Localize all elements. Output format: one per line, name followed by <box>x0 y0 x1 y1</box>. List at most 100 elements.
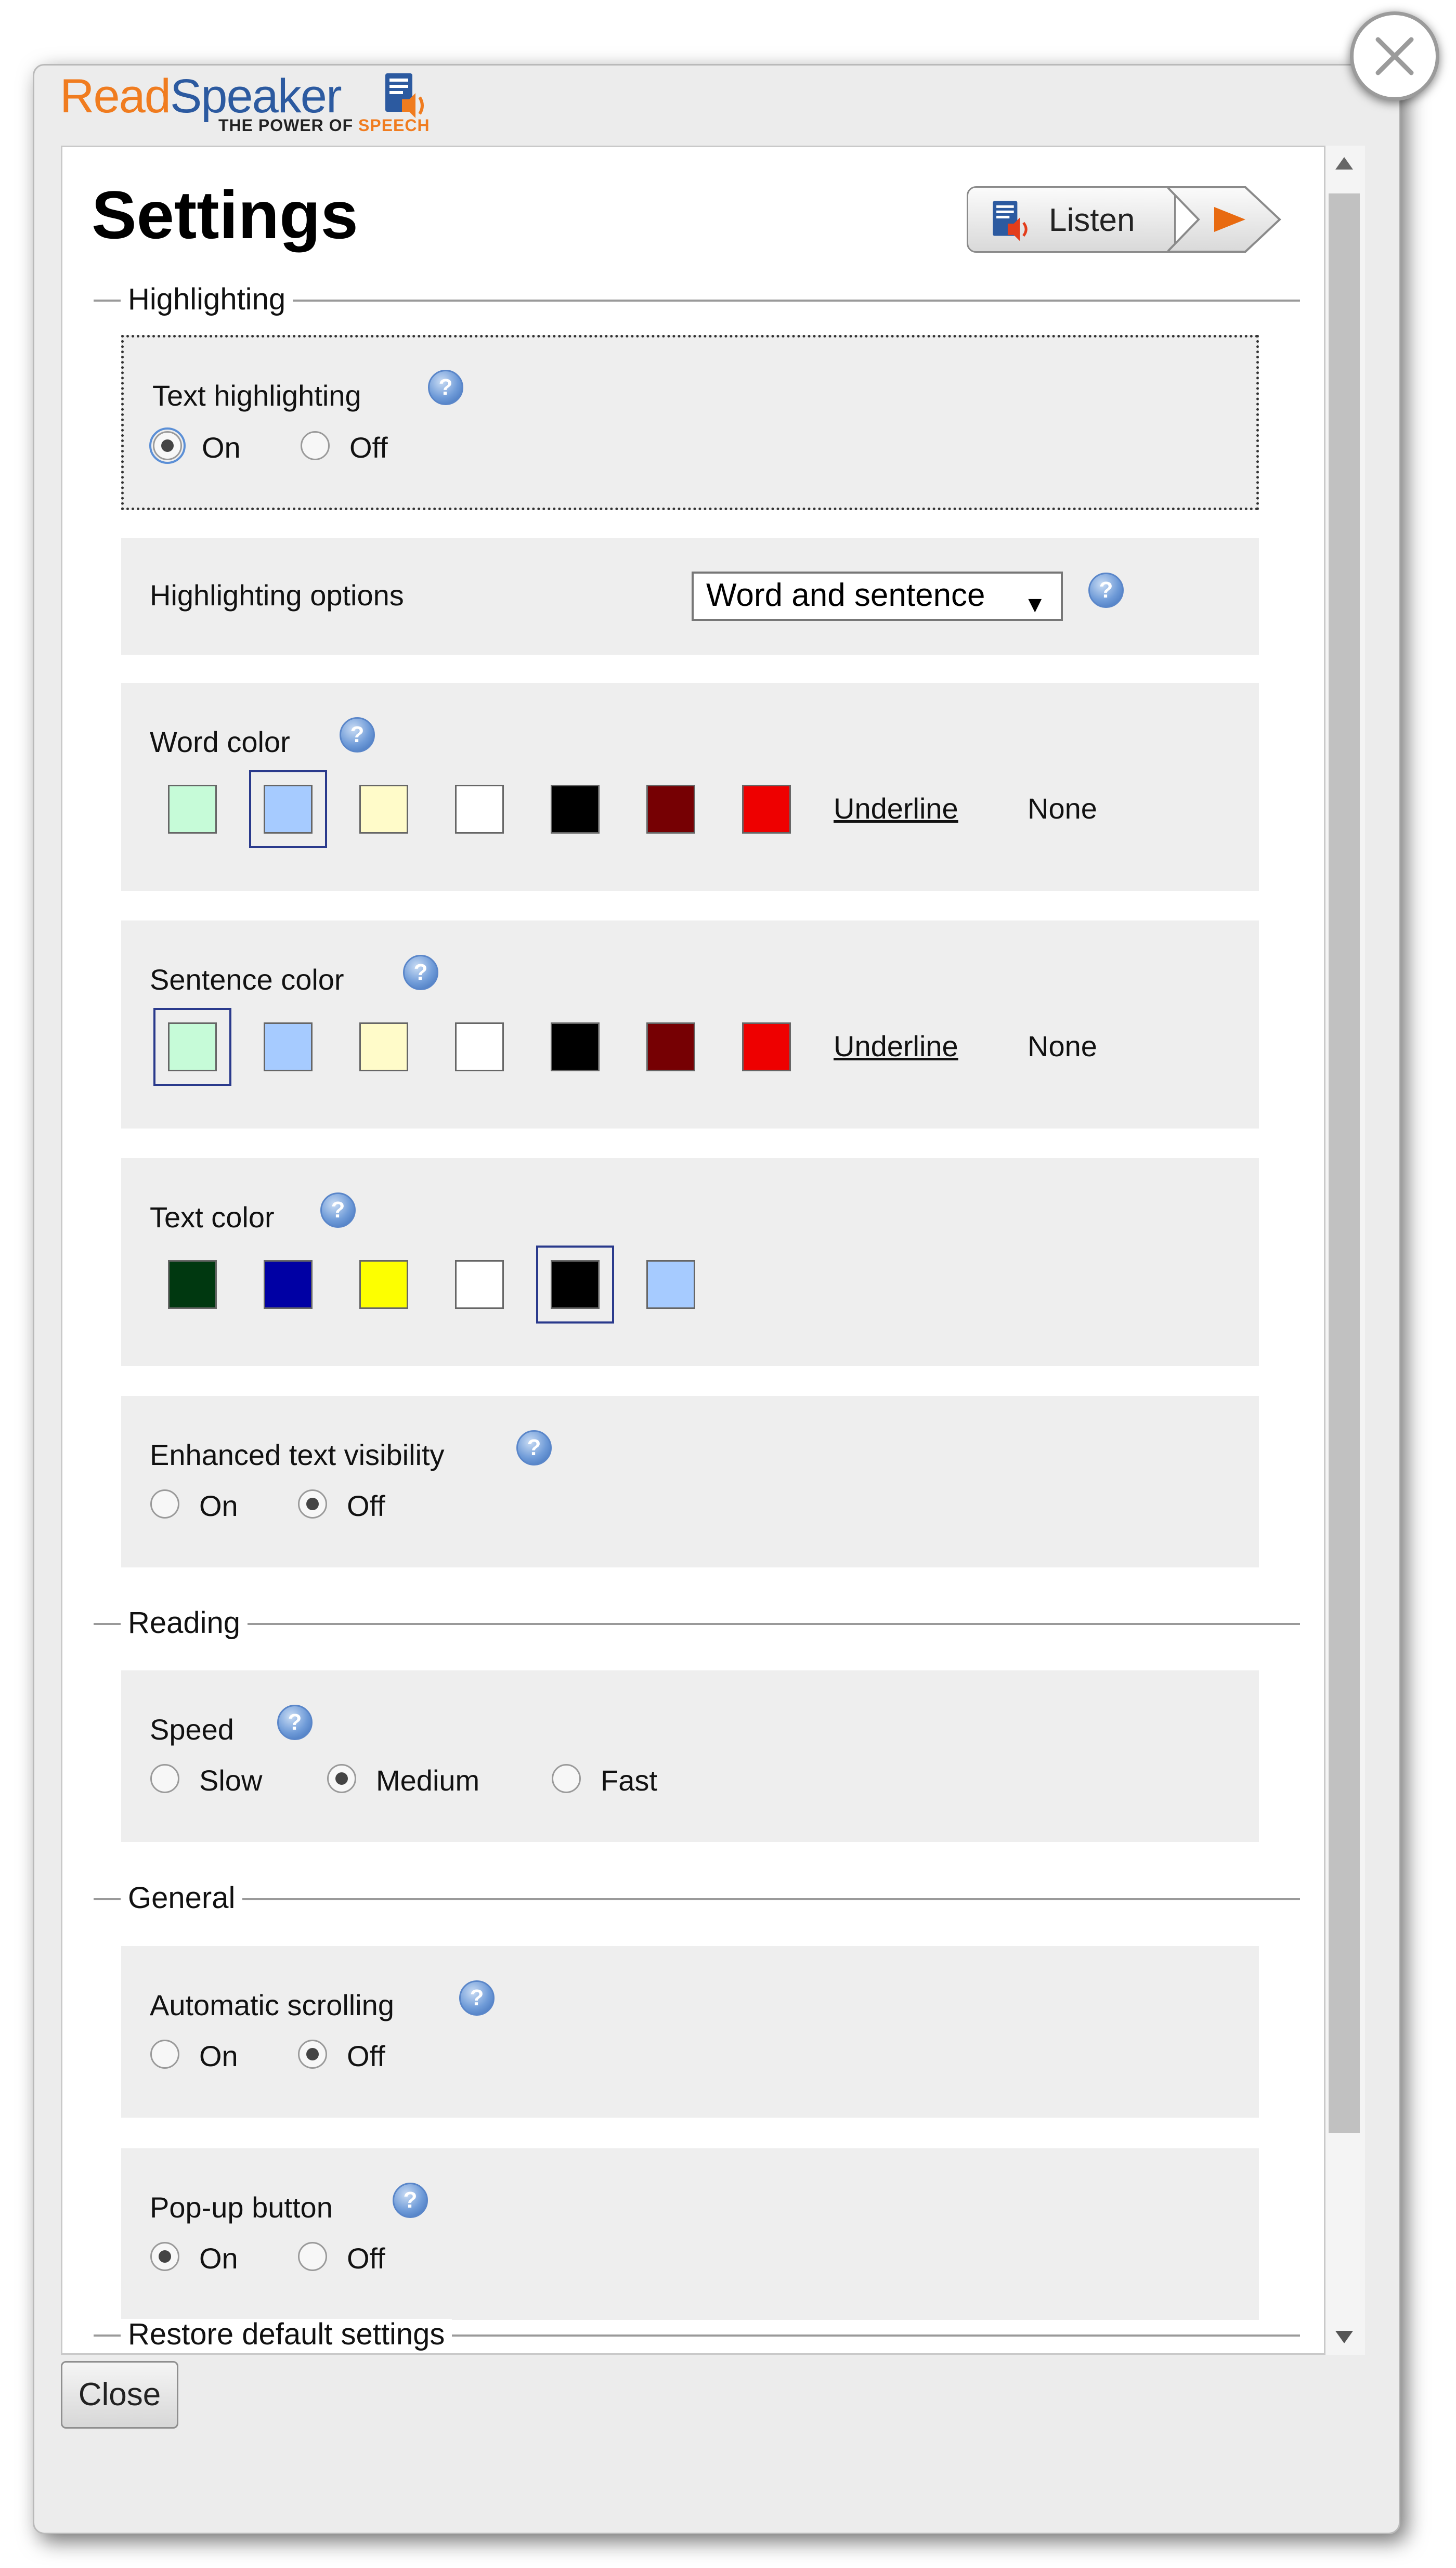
text-color-swatch-3[interactable] <box>359 1260 408 1309</box>
settings-content: Settings Listen Highlighting Text highli… <box>61 146 1325 2355</box>
word-none-option[interactable]: None <box>1028 792 1097 825</box>
auto-scroll-on-radio[interactable] <box>150 2040 179 2069</box>
help-icon[interactable]: ? <box>403 955 438 990</box>
help-icon[interactable]: ? <box>277 1705 313 1740</box>
vertical-scrollbar[interactable] <box>1322 146 1365 2355</box>
close-dialog-icon[interactable] <box>1350 11 1439 101</box>
word-color-group: Word color ? Underline None <box>121 683 1259 891</box>
enhanced-visibility-off-radio[interactable] <box>298 1489 327 1519</box>
sentence-color-swatch-2[interactable] <box>264 1022 313 1071</box>
popup-button-label: Pop-up button <box>150 2191 333 2224</box>
section-reading-label: Reading <box>121 1607 248 1639</box>
speed-medium-radio[interactable] <box>327 1764 356 1793</box>
dropdown-arrow-icon: ▼ <box>1023 592 1046 617</box>
help-icon[interactable]: ? <box>516 1430 552 1465</box>
speed-slow-radio[interactable] <box>150 1764 179 1793</box>
section-highlighting-label: Highlighting <box>121 284 293 315</box>
logo-read-text: Read <box>60 70 171 123</box>
enhanced-visibility-label: Enhanced text visibility <box>150 1438 445 1471</box>
help-icon[interactable]: ? <box>428 370 463 405</box>
enhanced-visibility-off-label: Off <box>347 1489 385 1522</box>
section-restore-label: Restore default settings <box>121 2319 452 2350</box>
word-color-swatch-4[interactable] <box>455 785 504 834</box>
sentence-underline-link[interactable]: Underline <box>834 1030 958 1063</box>
word-color-swatch-2[interactable] <box>249 770 327 848</box>
section-highlighting: Highlighting <box>94 284 1300 315</box>
speed-label: Speed <box>150 1713 234 1746</box>
text-highlighting-off-label: Off <box>349 431 388 464</box>
section-restore-defaults: Restore default settings <box>94 2319 1300 2350</box>
text-highlighting-group: Text highlighting ? On Off <box>121 335 1259 510</box>
sentence-color-group: Sentence color ? Underline None <box>121 920 1259 1129</box>
listen-button[interactable]: Listen <box>967 186 1176 253</box>
section-general: General <box>94 1883 1300 1914</box>
help-icon[interactable]: ? <box>393 2183 428 2218</box>
sentence-none-option[interactable]: None <box>1028 1030 1097 1063</box>
close-button[interactable]: Close <box>61 2361 178 2429</box>
word-color-swatch-3[interactable] <box>359 785 408 834</box>
text-highlighting-label: Text highlighting <box>152 379 361 412</box>
sentence-color-label: Sentence color <box>150 963 344 996</box>
sentence-color-swatch-3[interactable] <box>359 1022 408 1071</box>
word-color-swatch-6[interactable] <box>646 785 695 834</box>
help-icon[interactable]: ? <box>320 1192 356 1228</box>
popup-button-off-label: Off <box>347 2242 385 2275</box>
scroll-up-icon[interactable] <box>1335 157 1353 170</box>
word-color-swatch-5[interactable] <box>551 785 600 834</box>
auto-scroll-off-label: Off <box>347 2040 385 2072</box>
word-color-swatch-7[interactable] <box>742 785 791 834</box>
auto-scroll-on-label: On <box>199 2040 238 2072</box>
speed-fast-radio[interactable] <box>552 1764 581 1793</box>
speed-slow-label: Slow <box>199 1764 263 1797</box>
sentence-color-swatch-1[interactable] <box>153 1008 231 1086</box>
enhanced-visibility-group: Enhanced text visibility ? On Off <box>121 1396 1259 1567</box>
enhanced-visibility-on-label: On <box>199 1489 238 1522</box>
highlighting-options-label: Highlighting options <box>150 579 404 612</box>
auto-scroll-group: Automatic scrolling ? On Off <box>121 1946 1259 2118</box>
text-color-swatch-2[interactable] <box>264 1260 313 1309</box>
text-highlighting-off-radio[interactable] <box>301 431 330 460</box>
text-highlighting-on-radio[interactable] <box>149 427 186 464</box>
text-highlighting-on-label: On <box>202 431 241 464</box>
word-color-label: Word color <box>150 725 290 758</box>
listen-speaker-icon <box>993 201 1028 241</box>
scroll-down-icon[interactable] <box>1335 2331 1353 2343</box>
popup-button-on-radio[interactable] <box>150 2242 179 2271</box>
text-color-swatch-1[interactable] <box>168 1260 217 1309</box>
scroll-thumb[interactable] <box>1329 193 1360 2133</box>
help-icon[interactable]: ? <box>459 1980 495 2016</box>
auto-scroll-label: Automatic scrolling <box>150 1989 394 2021</box>
close-x-icon <box>1375 37 1414 75</box>
text-color-swatch-6[interactable] <box>646 1260 695 1309</box>
speed-fast-label: Fast <box>601 1764 657 1797</box>
speed-medium-label: Medium <box>376 1764 480 1797</box>
popup-button-on-label: On <box>199 2242 238 2275</box>
help-icon[interactable]: ? <box>1088 573 1124 608</box>
readspeaker-logo: ReadSpeaker THE POWER OF SPEECH <box>60 70 434 135</box>
highlighting-options-group: Highlighting options Word and sentence ▼… <box>121 538 1259 655</box>
auto-scroll-off-radio[interactable] <box>298 2040 327 2069</box>
section-reading: Reading <box>94 1607 1300 1639</box>
word-color-swatch-1[interactable] <box>168 785 217 834</box>
help-icon[interactable]: ? <box>340 717 375 753</box>
sentence-color-swatch-6[interactable] <box>646 1022 695 1071</box>
popup-button-group: Pop-up button ? On Off <box>121 2148 1259 2320</box>
word-underline-link[interactable]: Underline <box>834 792 958 825</box>
listen-label: Listen <box>1049 202 1135 238</box>
play-button[interactable] <box>1167 186 1282 253</box>
text-color-swatch-4[interactable] <box>455 1260 504 1309</box>
text-color-swatch-5[interactable] <box>536 1246 614 1324</box>
sentence-color-swatch-4[interactable] <box>455 1022 504 1071</box>
sentence-color-swatch-5[interactable] <box>551 1022 600 1071</box>
highlighting-options-select[interactable]: Word and sentence ▼ <box>692 572 1063 621</box>
section-general-label: General <box>121 1883 243 1914</box>
enhanced-visibility-on-radio[interactable] <box>150 1489 179 1519</box>
speed-group: Speed ? Slow Medium Fast <box>121 1670 1259 1842</box>
text-color-label: Text color <box>150 1201 275 1234</box>
sentence-color-swatch-7[interactable] <box>742 1022 791 1071</box>
logo-speaker-text: Speaker <box>170 70 342 123</box>
text-color-group: Text color ? <box>121 1158 1259 1366</box>
page-title: Settings <box>92 177 358 253</box>
speaker-logo-icon <box>385 73 424 118</box>
popup-button-off-radio[interactable] <box>298 2242 327 2271</box>
